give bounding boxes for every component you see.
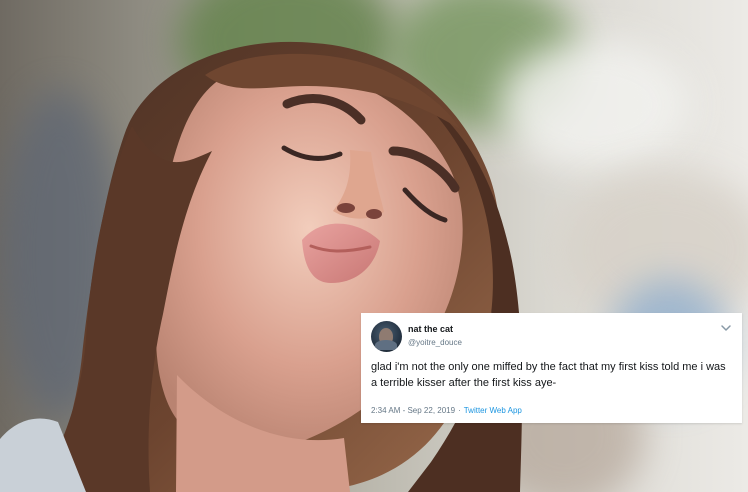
- user-handle[interactable]: @yoitre_douce: [408, 338, 462, 347]
- tweet-text: glad i'm not the only one miffed by the …: [371, 361, 726, 389]
- display-name[interactable]: nat the cat: [408, 324, 453, 334]
- user-avatar[interactable]: [371, 321, 402, 352]
- nostril-right: [366, 209, 382, 219]
- tweet-timestamp[interactable]: 2:34 AM - Sep 22, 2019: [371, 406, 455, 415]
- meta-separator: ·: [458, 406, 461, 415]
- tweet-embed-card[interactable]: nat the cat @yoitre_douce glad i'm not t…: [361, 313, 742, 423]
- chevron-down-icon[interactable]: [720, 323, 732, 333]
- tweet-source-link[interactable]: Twitter Web App: [464, 406, 522, 415]
- nostril-left: [337, 203, 355, 213]
- tweet-meta: 2:34 AM - Sep 22, 2019 · Twitter Web App: [371, 406, 522, 415]
- photo-background: nat the cat @yoitre_douce glad i'm not t…: [0, 0, 748, 492]
